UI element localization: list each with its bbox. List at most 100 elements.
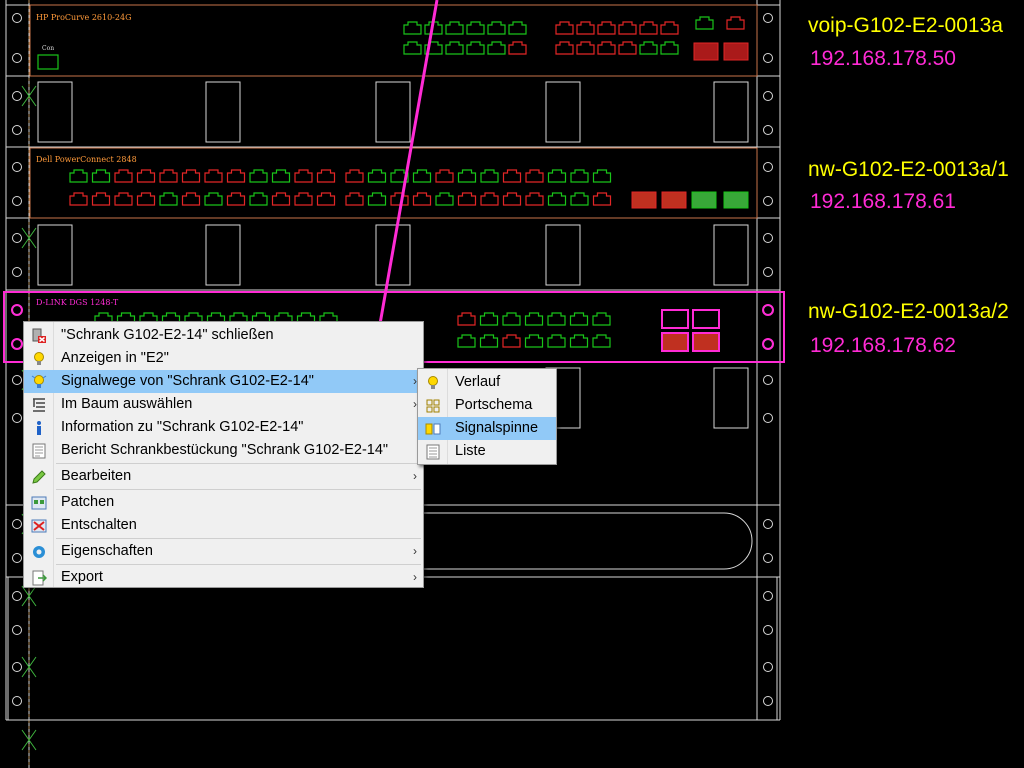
network-port bbox=[316, 192, 336, 206]
network-port bbox=[114, 169, 133, 183]
menu-item-close-rack[interactable]: "Schrank G102-E2-14" schließen bbox=[24, 324, 423, 347]
network-port bbox=[204, 169, 223, 183]
network-port bbox=[592, 334, 611, 348]
blank-panel-slot bbox=[37, 224, 73, 286]
mounting-hole bbox=[763, 662, 773, 672]
submenu-arrow-icon: › bbox=[413, 570, 417, 584]
blank-panel-slot bbox=[37, 81, 73, 143]
menu-item-edit[interactable]: Bearbeiten › bbox=[24, 465, 423, 488]
lightbulb-icon bbox=[31, 351, 47, 366]
network-port bbox=[592, 312, 611, 326]
network-port bbox=[502, 169, 522, 183]
device-ip-label-nw1[interactable]: 192.168.178.61 bbox=[810, 190, 956, 214]
mounting-hole bbox=[763, 13, 773, 23]
mounting-hole bbox=[763, 413, 773, 423]
network-port bbox=[592, 192, 612, 206]
sfp-port-selected bbox=[692, 332, 720, 352]
pencil-icon bbox=[31, 469, 47, 484]
submenu-item-signal-spider[interactable]: Signalspinne bbox=[418, 417, 556, 440]
menu-item-select-in-tree[interactable]: Im Baum auswählen › bbox=[24, 393, 423, 416]
mounting-hole bbox=[12, 519, 22, 529]
device-name-label-nw1[interactable]: nw-G102-E2-0013a/1 bbox=[808, 158, 1009, 182]
blank-panel-slot bbox=[205, 224, 241, 286]
mounting-hole bbox=[763, 196, 773, 206]
menu-item-patch[interactable]: Patchen bbox=[24, 491, 423, 514]
sfp-port-selected bbox=[661, 309, 689, 329]
network-port bbox=[91, 192, 111, 206]
network-port bbox=[487, 41, 506, 55]
device-title-dlink: D-LINK DGS 1248-T bbox=[36, 298, 119, 307]
menu-separator bbox=[56, 463, 421, 464]
network-port bbox=[226, 169, 246, 183]
network-port bbox=[114, 192, 133, 206]
network-port bbox=[547, 334, 566, 348]
mounting-hole bbox=[12, 125, 22, 135]
network-port bbox=[69, 169, 88, 183]
menu-item-information[interactable]: Information zu "Schrank G102-E2-14" bbox=[24, 416, 423, 439]
network-port bbox=[525, 192, 544, 206]
device-ip-label-voip[interactable]: 192.168.178.50 bbox=[810, 47, 956, 71]
mounting-hole-selected bbox=[11, 338, 23, 350]
mounting-hole bbox=[763, 519, 773, 529]
shelf-panel bbox=[7, 576, 778, 721]
network-port bbox=[294, 169, 313, 183]
submenu-item-history[interactable]: Verlauf bbox=[418, 371, 556, 394]
network-port bbox=[457, 169, 477, 183]
network-port bbox=[390, 192, 409, 206]
network-port bbox=[136, 169, 156, 183]
mounting-hole-selected bbox=[762, 304, 774, 316]
mounting-hole bbox=[763, 233, 773, 243]
network-port bbox=[480, 192, 499, 206]
submenu-item-list[interactable]: Liste bbox=[418, 440, 556, 463]
network-port bbox=[569, 334, 589, 348]
network-port bbox=[435, 169, 454, 183]
network-port bbox=[466, 41, 485, 55]
mounting-hole bbox=[12, 162, 22, 172]
device-name-label-nw2[interactable]: nw-G102-E2-0013a/2 bbox=[808, 300, 1009, 324]
menu-item-label: Im Baum auswählen bbox=[61, 396, 193, 412]
signal-spider-icon bbox=[425, 421, 441, 436]
network-port bbox=[457, 192, 477, 206]
network-port bbox=[136, 192, 156, 206]
submenu-arrow-icon: › bbox=[413, 544, 417, 558]
network-port bbox=[618, 21, 637, 35]
network-port bbox=[367, 192, 387, 206]
submenu-item-port-schema[interactable]: Portschema bbox=[418, 394, 556, 417]
network-port bbox=[204, 192, 223, 206]
mounting-hole bbox=[763, 696, 773, 706]
menu-separator bbox=[56, 564, 421, 565]
menu-item-properties[interactable]: Eigenschaften › bbox=[24, 540, 423, 563]
console-port bbox=[37, 54, 59, 70]
network-port bbox=[502, 334, 521, 348]
submenu-item-label: Liste bbox=[455, 443, 486, 459]
network-port bbox=[159, 169, 178, 183]
menu-item-unpatch[interactable]: Entschalten bbox=[24, 514, 423, 537]
menu-item-report[interactable]: Bericht Schrankbestückung "Schrank G102-… bbox=[24, 439, 423, 462]
network-port bbox=[576, 41, 595, 55]
network-port bbox=[181, 169, 201, 183]
device-name-label-voip[interactable]: voip-G102-E2-0013a bbox=[808, 14, 1003, 38]
mounting-hole bbox=[763, 91, 773, 101]
network-port bbox=[639, 41, 658, 55]
mounting-hole bbox=[12, 267, 22, 277]
mounting-hole bbox=[763, 267, 773, 277]
network-port bbox=[576, 21, 595, 35]
menu-separator bbox=[56, 489, 421, 490]
list-icon bbox=[425, 444, 441, 459]
menu-item-show-in[interactable]: Anzeigen in "E2" bbox=[24, 347, 423, 370]
device-ip-label-nw2[interactable]: 192.168.178.62 bbox=[810, 334, 956, 358]
submenu-arrow-icon: › bbox=[413, 469, 417, 483]
mounting-hole bbox=[12, 662, 22, 672]
network-port bbox=[403, 41, 422, 55]
menu-item-label: Information zu "Schrank G102-E2-14" bbox=[61, 419, 304, 435]
menu-item-label: "Schrank G102-E2-14" schließen bbox=[61, 327, 274, 343]
menu-item-signal-paths[interactable]: Signalwege von "Schrank G102-E2-14" › bbox=[24, 370, 423, 393]
mounting-hole-selected bbox=[11, 304, 23, 316]
sfp-port bbox=[631, 191, 657, 209]
menu-item-export[interactable]: Export › bbox=[24, 566, 423, 589]
export-icon bbox=[31, 570, 47, 585]
mounting-hole bbox=[763, 553, 773, 563]
network-port bbox=[547, 169, 567, 183]
network-port bbox=[445, 21, 464, 35]
network-port bbox=[592, 169, 612, 183]
